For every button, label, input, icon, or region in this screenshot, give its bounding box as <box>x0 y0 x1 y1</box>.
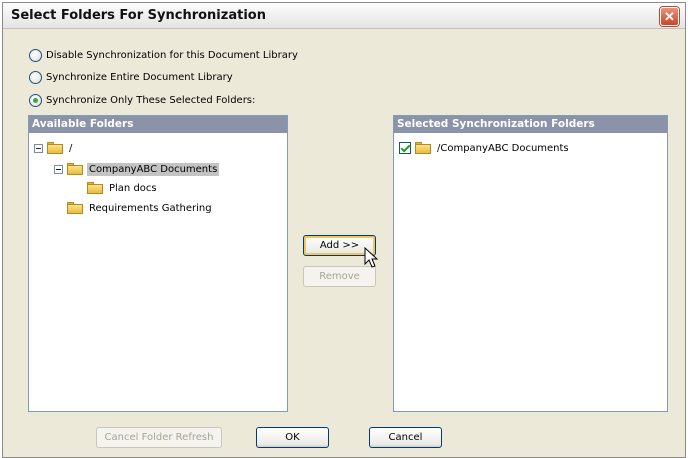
option-disable-sync[interactable]: Disable Synchronization for this Documen… <box>29 47 298 63</box>
option-sync-selected[interactable]: Synchronize Only These Selected Folders: <box>29 92 255 108</box>
tree-item-label: CompanyABC Documents <box>87 162 220 176</box>
tree-root[interactable]: / <box>34 140 74 156</box>
option-sync-selected-label: Synchronize Only These Selected Folders: <box>46 94 256 106</box>
selected-folder-label: /CompanyABC Documents <box>437 142 569 154</box>
tree-item-companyabc[interactable]: CompanyABC Documents <box>54 161 220 177</box>
selected-folder-item[interactable]: /CompanyABC Documents <box>399 140 571 156</box>
folder-icon <box>67 163 83 175</box>
dialog-title: Select Folders For Synchronization <box>11 8 266 23</box>
mouse-pointer-icon <box>364 247 379 268</box>
tree-item-label: Plan docs <box>109 182 157 194</box>
selected-folders-panel: Selected Synchronization Folders /Compan… <box>393 115 668 412</box>
radio-disable-sync[interactable] <box>29 48 42 62</box>
sync-folders-dialog: Select Folders For Synchronization ✕ Dis… <box>2 2 686 458</box>
tree-item-label: Requirements Gathering <box>89 202 212 214</box>
folder-icon <box>67 202 83 214</box>
folder-icon <box>415 142 431 154</box>
tree-root-label: / <box>69 142 73 154</box>
radio-sync-entire[interactable] <box>29 70 42 84</box>
option-sync-entire[interactable]: Synchronize Entire Document Library <box>29 69 233 85</box>
collapse-icon[interactable] <box>54 164 63 174</box>
tree-item-requirements[interactable]: Requirements Gathering <box>67 200 214 216</box>
title-bar: Select Folders For Synchronization ✕ <box>3 3 685 29</box>
remove-button[interactable]: Remove <box>303 266 376 287</box>
cancel-button[interactable]: Cancel <box>369 427 442 448</box>
folder-icon <box>87 182 103 194</box>
option-disable-sync-label: Disable Synchronization for this Documen… <box>46 49 298 61</box>
tree-item-plan-docs[interactable]: Plan docs <box>87 180 159 196</box>
option-sync-entire-label: Synchronize Entire Document Library <box>46 71 233 83</box>
available-folders-header: Available Folders <box>29 116 287 133</box>
radio-sync-selected[interactable] <box>29 93 42 107</box>
available-folders-panel: Available Folders / CompanyABC Documents… <box>28 115 288 412</box>
collapse-icon[interactable] <box>34 143 43 153</box>
ok-button[interactable]: OK <box>256 427 329 448</box>
close-icon[interactable]: ✕ <box>660 7 679 26</box>
selected-folder-checkbox[interactable] <box>399 142 411 154</box>
folder-icon <box>47 142 63 154</box>
cancel-folder-refresh-button[interactable]: Cancel Folder Refresh <box>96 427 222 448</box>
selected-folders-header: Selected Synchronization Folders <box>394 116 667 133</box>
